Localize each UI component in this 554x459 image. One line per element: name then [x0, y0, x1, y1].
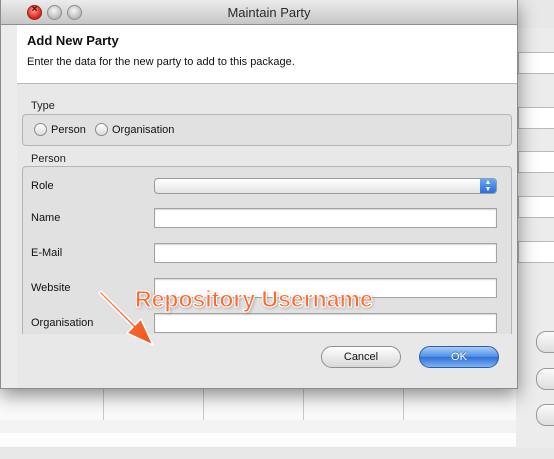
- cancel-button[interactable]: Cancel: [321, 346, 401, 368]
- radio-person[interactable]: Person: [34, 123, 86, 136]
- background-button: [536, 368, 554, 390]
- email-input[interactable]: [154, 243, 497, 263]
- organisation-label: Organisation: [31, 317, 94, 329]
- dialog-header: Add New Party Enter the data for the new…: [17, 25, 517, 84]
- ok-button[interactable]: OK: [419, 346, 499, 368]
- radio-button-person[interactable]: [34, 123, 47, 136]
- email-label: E-Mail: [31, 247, 63, 259]
- website-label: Website: [31, 282, 71, 294]
- type-group: Person Organisation: [22, 114, 512, 146]
- title-bar[interactable]: × Maintain Party: [1, 0, 517, 25]
- radio-person-label: Person: [51, 123, 86, 136]
- radio-button-organisation[interactable]: [95, 123, 108, 136]
- role-label: Role: [31, 180, 54, 192]
- background-field: [518, 241, 554, 263]
- radio-organisation-label: Organisation: [112, 123, 175, 136]
- background-button: [536, 331, 554, 353]
- select-stepper-icon: ▲ ▼: [480, 179, 496, 193]
- background-table-rows: [0, 420, 516, 446]
- dialog-heading: Add New Party: [27, 33, 119, 48]
- name-label: Name: [31, 212, 61, 224]
- background-table-grid: [0, 388, 516, 422]
- person-group-label: Person: [31, 153, 66, 165]
- button-bar: Cancel OK: [17, 334, 517, 388]
- background-field: [518, 151, 554, 173]
- background-button: [536, 404, 554, 426]
- annotation-label: Repository Username: [135, 286, 374, 313]
- window-title: Maintain Party: [227, 5, 311, 20]
- organisation-input[interactable]: [154, 313, 497, 333]
- maintain-party-dialog: × Maintain Party Add New Party Enter the…: [0, 0, 518, 389]
- type-group-label: Type: [31, 100, 55, 112]
- radio-organisation[interactable]: Organisation: [95, 123, 174, 136]
- background-field: [518, 52, 554, 74]
- background-field: [518, 196, 554, 218]
- name-input[interactable]: [154, 208, 497, 228]
- background-field: [518, 107, 554, 129]
- role-select[interactable]: ▲ ▼: [154, 178, 497, 194]
- dialog-description: Enter the data for the new party to add …: [27, 56, 295, 68]
